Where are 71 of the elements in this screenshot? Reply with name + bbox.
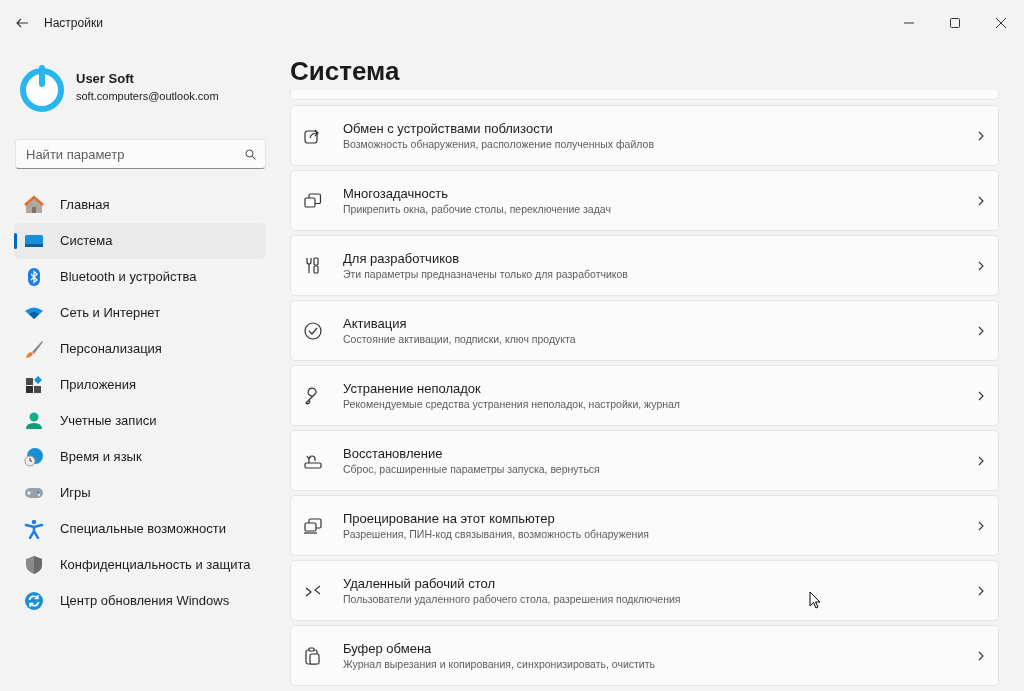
apps-icon xyxy=(24,375,44,395)
setting-title: Для разработчиков xyxy=(343,250,460,267)
back-arrow-icon[interactable] xyxy=(16,17,28,28)
sidebar-item[interactable]: Время и язык xyxy=(14,439,266,475)
sidebar-item[interactable]: Конфиденциальность и защита xyxy=(14,547,266,583)
setting-card[interactable]: Обмен с устройствами поблизости Возможность обнаружения, расположение полученных файлов xyxy=(290,105,999,166)
search-icon xyxy=(245,149,256,160)
close-icon xyxy=(996,17,1006,28)
setting-card[interactable]: Для разработчиков Эти параметры предназначены только для разработчиков xyxy=(290,235,999,296)
setting-description: Рекомендуемые средства устранения неполадок, настройки, журнал xyxy=(343,396,680,411)
sidebar-item[interactable]: Игры xyxy=(14,475,266,511)
chevron-right-icon xyxy=(978,325,984,336)
selection-indicator xyxy=(14,233,17,249)
setting-title: Буфер обмена xyxy=(343,640,432,657)
setting-card[interactable]: Проецирование на этот компьютер Разрешения, ПИН-код связывания, возможность обнаружения xyxy=(290,495,999,556)
projection-icon xyxy=(303,515,323,536)
setting-description: Эти параметры предназначены только для разработчиков xyxy=(343,266,628,281)
sidebar-item[interactable]: Система xyxy=(14,223,266,259)
sidebar-item[interactable]: Специальные возможности xyxy=(14,511,266,547)
globe-clock-icon xyxy=(24,447,44,467)
account-email: soft.computers@outlook.com xyxy=(76,89,219,104)
setting-description: Разрешения, ПИН-код связывания, возможность обнаружения xyxy=(343,526,649,541)
chevron-right-icon xyxy=(978,195,984,206)
setting-description: Сброс, расширенные параметры запуска, вернуться xyxy=(343,461,600,476)
accessibility-icon xyxy=(24,519,44,539)
window-title: Настройки xyxy=(44,14,103,32)
setting-description: Прикрепить окна, рабочие столы, переключение задач xyxy=(343,201,611,216)
setting-title: Проецирование на этот компьютер xyxy=(343,510,555,527)
setting-card[interactable]: Удаленный рабочий стол Пользователи удаленного рабочего стола, разрешения подключения xyxy=(290,560,999,621)
brush-icon xyxy=(24,339,44,359)
sidebar-item[interactable]: Приложения xyxy=(14,367,266,403)
shield-icon xyxy=(24,555,44,575)
chevron-right-icon xyxy=(978,520,984,531)
home-icon xyxy=(24,195,44,215)
setting-title: Активация xyxy=(343,315,407,332)
chevron-right-icon xyxy=(978,585,984,596)
sidebar-item[interactable]: Bluetooth и устройства xyxy=(14,259,266,295)
windows-stack-icon xyxy=(303,190,323,211)
setting-title: Обмен с устройствами поблизости xyxy=(343,120,553,137)
search-field[interactable]: Найти параметр xyxy=(15,139,266,169)
setting-card[interactable]: Активация Состояние активации, подписки, ключ продукта xyxy=(290,300,999,361)
setting-card[interactable]: Восстановление Сброс, расширенные параметры запуска, вернуться xyxy=(290,430,999,491)
setting-title: Удаленный рабочий стол xyxy=(343,575,496,592)
maximize-icon xyxy=(950,17,960,28)
sidebar-item[interactable]: Учетные записи xyxy=(14,403,266,439)
clipboard-icon xyxy=(303,645,323,666)
sync-icon xyxy=(24,591,44,611)
setting-title: Многозадачность xyxy=(343,185,448,202)
page-title: Система xyxy=(290,55,400,88)
account-name: User Soft xyxy=(76,69,135,88)
chevron-right-icon xyxy=(978,650,984,661)
setting-card[interactable]: Многозадачность Прикрепить окна, рабочие столы, переключение задач xyxy=(290,170,999,231)
chevron-right-icon xyxy=(978,260,984,271)
sidebar-item[interactable]: Персонализация xyxy=(14,331,266,367)
sidebar-item[interactable]: Центр обновления Windows xyxy=(14,583,266,619)
setting-title: Восстановление xyxy=(343,445,443,462)
checkmark-circle-icon xyxy=(303,320,323,341)
setting-card[interactable]: Буфер обмена Журнал вырезания и копирования, синхронизировать, очистить xyxy=(290,625,999,686)
setting-card[interactable]: Устранение неполадок Рекомендуемые средства устранения неполадок, настройки, журнал xyxy=(290,365,999,426)
person-icon xyxy=(24,411,44,431)
setting-title: Устранение неполадок xyxy=(343,380,481,397)
setting-description: Возможность обнаружения, расположение полученных файлов xyxy=(343,136,654,151)
chevron-right-icon xyxy=(978,130,984,141)
chevron-right-icon xyxy=(978,390,984,401)
mouse-cursor-icon xyxy=(809,591,821,609)
sidebar-item[interactable]: Главная xyxy=(14,187,266,223)
chevron-right-icon xyxy=(978,455,984,466)
sidebar-item[interactable]: Сеть и Интернет xyxy=(14,295,266,331)
setting-description: Состояние активации, подписки, ключ продукта xyxy=(343,331,576,346)
setting-description: Пользователи удаленного рабочего стола, разрешения подключения xyxy=(343,591,681,606)
setting-description: Журнал вырезания и копирования, синхронизировать, очистить xyxy=(343,656,655,671)
